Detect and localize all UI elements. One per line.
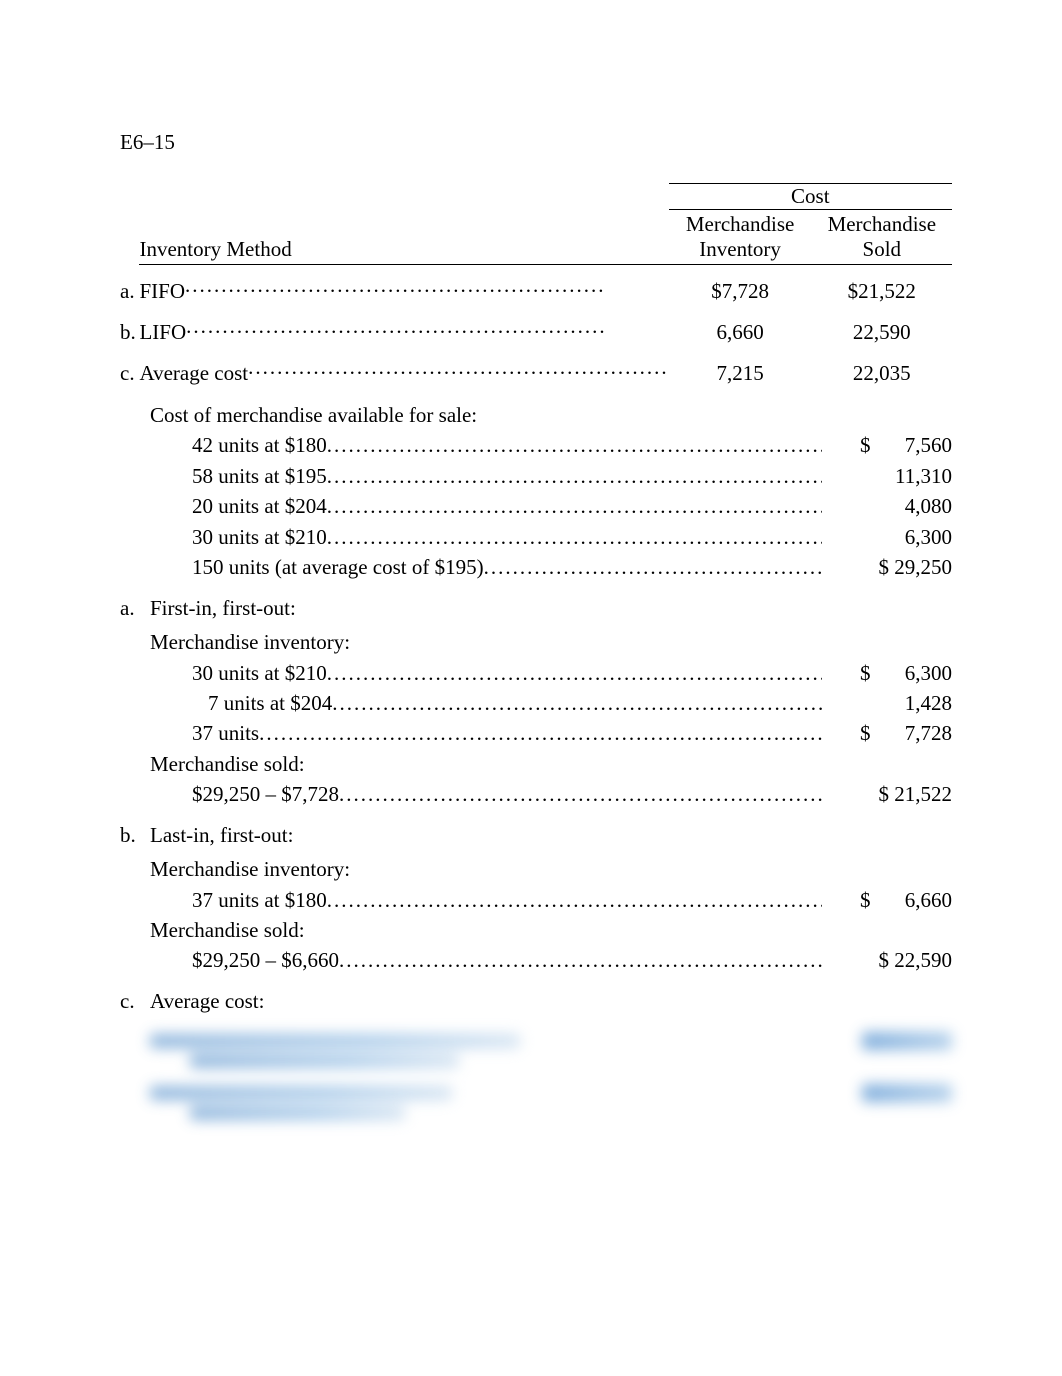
sold-value: 22,590 — [812, 306, 952, 347]
method-name: FIFO — [139, 279, 185, 304]
leader-dots — [327, 885, 822, 915]
list-item: 7 units at $204 1,428 — [120, 688, 952, 718]
exercise-number: E6–15 — [120, 130, 952, 155]
line-text: $29,250 – $7,728 — [192, 779, 339, 809]
leader-dots — [327, 430, 822, 460]
list-item: 30 units at $210 6,300 — [120, 522, 952, 552]
leader-dots — [339, 945, 822, 975]
line-text: 58 units at $195 — [192, 461, 327, 491]
row-label: c. — [120, 347, 139, 388]
col-inventory-header: MerchandiseInventory — [669, 212, 812, 262]
cost-header: Cost — [669, 184, 952, 210]
leader-dots — [259, 718, 822, 748]
group-heading: Merchandise inventory: — [150, 854, 350, 884]
list-item: 42 units at $180 $7,560 — [120, 430, 952, 460]
leader-dots — [327, 461, 822, 491]
inv-value: $7,728 — [669, 265, 812, 307]
section-label: a. — [120, 593, 150, 623]
line-text: 37 units — [192, 718, 259, 748]
section-label: b. — [120, 820, 150, 850]
line-text: 30 units at $210 — [192, 522, 327, 552]
list-item: 20 units at $204 4,080 — [120, 491, 952, 521]
line-text: $29,250 – $6,660 — [192, 945, 339, 975]
line-amount: 6,300 — [822, 522, 952, 552]
leader-dots — [186, 314, 607, 345]
line-amount: 7,560 — [871, 430, 953, 460]
inv-value: 6,660 — [669, 306, 812, 347]
table-row: a. FIFO $7,728 $21,522 — [120, 265, 952, 307]
group-heading: Merchandise inventory: — [150, 627, 350, 657]
section-title: Average cost: — [150, 986, 264, 1016]
row-label: b. — [120, 306, 139, 347]
sold-value: $21,522 — [812, 265, 952, 307]
line-amount: 6,660 — [871, 885, 953, 915]
line-amount: 1,428 — [822, 688, 952, 718]
list-item: $29,250 – $7,728 $ 21,522 — [120, 779, 952, 809]
cost-summary-table: Cost Inventory Method MerchandiseInvento… — [120, 183, 952, 388]
line-text: 30 units at $210 — [192, 658, 327, 688]
leader-dots — [327, 658, 822, 688]
method-name: Average cost — [139, 361, 248, 386]
leader-dots — [327, 491, 822, 521]
line-text: 20 units at $204 — [192, 491, 327, 521]
line-amount: 6,300 — [871, 658, 953, 688]
section-title: First-in, first-out: — [150, 593, 296, 623]
table-row: c. Average cost 7,215 22,035 — [120, 347, 952, 388]
line-amount: 7,728 — [871, 718, 953, 748]
line-amount: $ 22,590 — [822, 945, 952, 975]
list-item: $29,250 – $6,660 $ 22,590 — [120, 945, 952, 975]
table-row: b. LIFO 6,660 22,590 — [120, 306, 952, 347]
row-label: a. — [120, 265, 139, 307]
method-name: LIFO — [139, 320, 186, 345]
line-amount: $ 29,250 — [822, 552, 952, 582]
leader-dots — [248, 355, 669, 386]
line-amount: 4,080 — [822, 491, 952, 521]
line-text: 7 units at $204 — [208, 688, 332, 718]
list-item: 30 units at $210 $6,300 — [120, 658, 952, 688]
col-method-header: Inventory Method — [139, 210, 668, 265]
list-item: 37 units $7,728 — [120, 718, 952, 748]
group-heading: Merchandise sold: — [150, 749, 305, 779]
line-amount: $ 21,522 — [822, 779, 952, 809]
obscured-content — [120, 1028, 952, 1126]
inv-value: 7,215 — [669, 347, 812, 388]
section-title: Last-in, first-out: — [150, 820, 293, 850]
leader-dots — [339, 779, 822, 809]
line-text: 37 units at $180 — [192, 885, 327, 915]
leader-dots — [484, 552, 822, 582]
line-text: 42 units at $180 — [192, 430, 327, 460]
line-amount: 11,310 — [822, 461, 952, 491]
col-sold-header: MerchandiseSold — [812, 212, 952, 262]
section-label: c. — [120, 986, 150, 1016]
group-heading: Merchandise sold: — [150, 915, 305, 945]
list-item: 150 units (at average cost of $195) $ 29… — [120, 552, 952, 582]
sold-value: 22,035 — [812, 347, 952, 388]
line-text: 150 units (at average cost of $195) — [192, 552, 484, 582]
cost-avail-title: Cost of merchandise available for sale: — [150, 400, 477, 430]
list-item: 58 units at $195 11,310 — [120, 461, 952, 491]
leader-dots — [332, 688, 822, 718]
list-item: 37 units at $180 $6,660 — [120, 885, 952, 915]
leader-dots — [185, 273, 606, 304]
leader-dots — [327, 522, 822, 552]
